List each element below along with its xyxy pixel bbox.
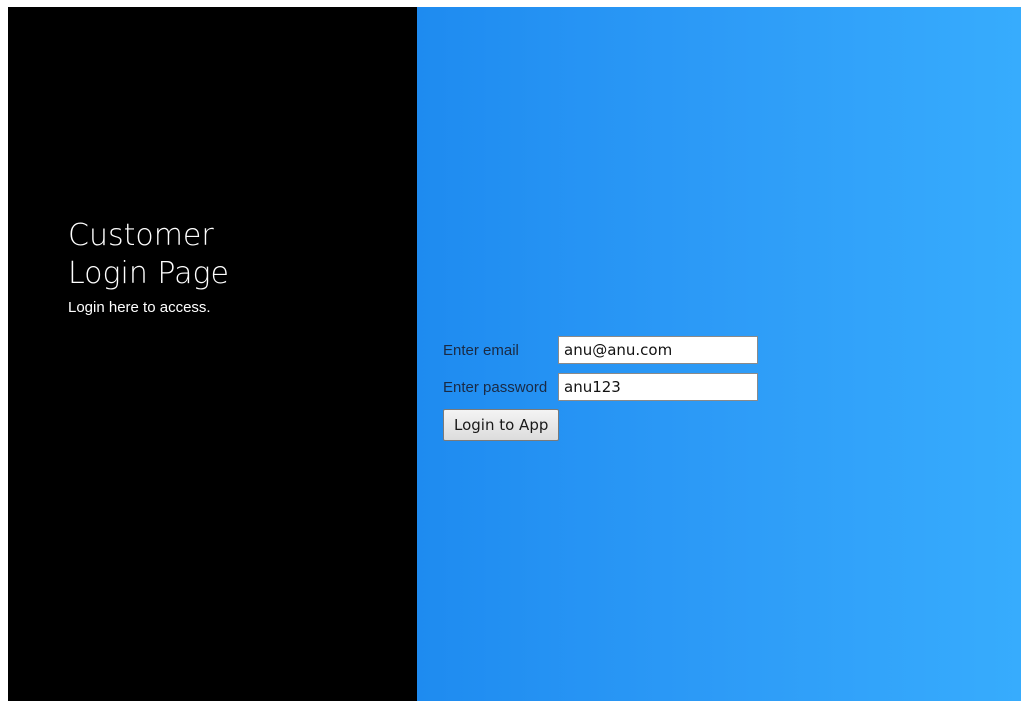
password-label: Enter password [443,378,548,396]
email-label: Enter email [443,341,519,359]
hero-panel: Customer Login Page Login here to access… [8,7,417,701]
login-button[interactable]: Login to App [443,409,560,441]
email-row: Enter email [443,333,758,367]
page-subtitle: Login here to access. [68,299,211,316]
login-window: Customer Login Page Login here to access… [8,7,1021,701]
password-input[interactable] [558,373,758,401]
hero-content: Customer Login Page Login here to access… [68,217,268,316]
password-row: Enter password [443,370,758,404]
login-form: Enter email Enter password Login to App [443,333,758,441]
page-title: Customer Login Page [68,218,230,291]
form-panel: Enter email Enter password Login to App [417,7,1021,701]
email-input[interactable] [558,336,758,364]
